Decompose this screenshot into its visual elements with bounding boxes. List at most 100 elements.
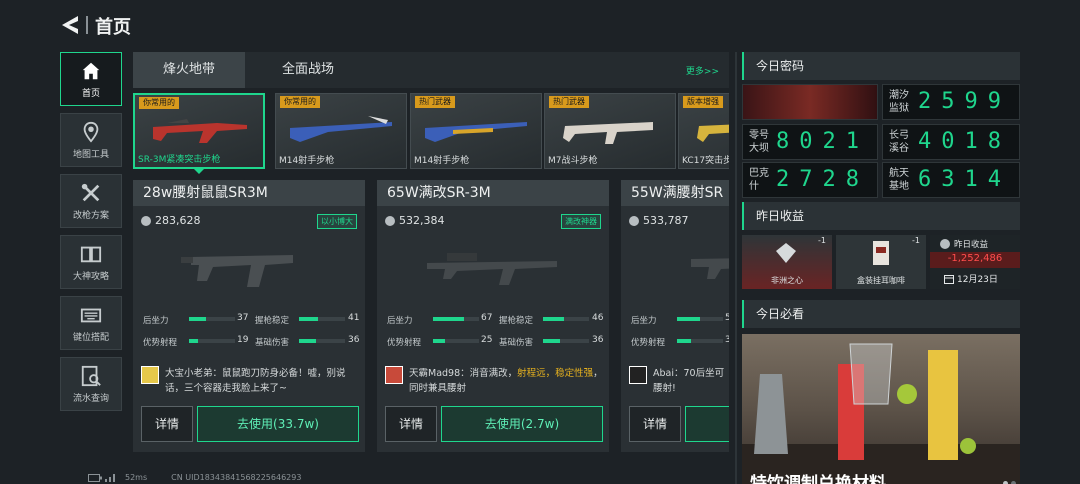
comment-text: Abai：70后坐可腰射! xyxy=(653,366,729,396)
tab-extraction[interactable]: 烽火地带 xyxy=(133,52,245,88)
avatar xyxy=(385,366,403,384)
use-button[interactable]: 去使用(2.7w) xyxy=(441,406,603,442)
map-name: 航天基地 xyxy=(889,168,909,192)
price-value: 532,384 xyxy=(399,214,445,227)
weapon-thumb[interactable]: 热门武器 M14射手步枪 xyxy=(410,93,542,169)
sidebar-item-guides[interactable]: 大神攻略 xyxy=(60,235,122,289)
password-code: 2728 xyxy=(776,167,869,192)
password-cell[interactable]: 潮汐监狱 2599 xyxy=(882,84,1020,120)
earning-item[interactable]: -1 盒装挂耳咖啡 xyxy=(836,235,926,289)
earning-name: 盒装挂耳咖啡 xyxy=(857,276,905,285)
promo-banner[interactable]: 特饮调制兑换材料 xyxy=(742,334,1020,484)
weapon-thumb[interactable]: 版本增强 KC17突击步枪 xyxy=(678,93,729,169)
weapon-image xyxy=(181,255,293,287)
thumb-name: M7战斗步枪 xyxy=(548,156,598,166)
password-code: 8021 xyxy=(776,129,869,154)
detail-button[interactable]: 详情 xyxy=(141,406,193,442)
selected-pointer xyxy=(193,168,205,174)
price: 532,384 xyxy=(385,214,445,227)
carousel-dots[interactable] xyxy=(1000,471,1016,484)
loadout-cards: 28w腰射鼠鼠SR3M 283,628 以小博大 后坐力 37 握枪稳定 41 … xyxy=(133,180,729,452)
weapon-thumb[interactable]: 你常用的 M14射手步枪 xyxy=(275,93,407,169)
price: 283,628 xyxy=(141,214,201,227)
stat-value: 67 xyxy=(481,313,493,323)
rifle-image xyxy=(563,122,653,144)
weapon-image xyxy=(691,258,729,279)
stat-value: 46 xyxy=(592,313,604,323)
earning-count: -1 xyxy=(818,236,826,245)
stat-bar xyxy=(299,317,345,321)
coin-icon xyxy=(141,215,151,226)
sidebar-item-home[interactable]: 首页 xyxy=(60,52,122,106)
earnings-row: -1 非洲之心 -1 盒装挂耳咖啡 昨日收益 -1,252,486 12月23日 xyxy=(742,235,1020,289)
sidebar-item-label: 大神攻略 xyxy=(72,271,109,282)
password-cell[interactable]: 航天基地 6314 xyxy=(882,162,1020,198)
stat-label: 后坐力 xyxy=(387,316,413,326)
stat-value: 36 xyxy=(348,335,360,345)
coin-icon xyxy=(629,215,639,226)
stat-value: 3 xyxy=(725,335,729,345)
summary-label-row: 昨日收益 xyxy=(940,238,988,250)
stat-bar xyxy=(189,317,235,321)
stat-bar xyxy=(677,339,723,343)
stat-bar xyxy=(677,317,723,321)
password-section-title: 今日密码 xyxy=(742,52,1020,80)
stat-label: 基础伤害 xyxy=(499,338,534,348)
comment-body: ：消音满改， xyxy=(460,368,518,379)
summary-label: 昨日收益 xyxy=(954,240,989,250)
comment-text: 大宝小老弟：鼠鼠跑刀防身必备！嘘，别说话，三个容器走我脸上来了~ xyxy=(165,366,359,396)
password-code: 6314 xyxy=(918,167,1011,192)
use-button[interactable]: 去使用(33.7w) xyxy=(197,406,359,442)
sidebar-item-gun-mods[interactable]: 改枪方案 xyxy=(60,174,122,228)
price: 533,787 xyxy=(629,214,689,227)
stat-bar xyxy=(543,339,589,343)
signal-icon xyxy=(105,473,115,482)
card-title: 55W满腰射SR xyxy=(621,180,729,206)
use-button[interactable]: 去 xyxy=(685,406,729,442)
earnings-section-title: 昨日收益 xyxy=(742,202,1020,230)
card-title: 28w腰射鼠鼠SR3M xyxy=(133,180,365,206)
sidebar-item-label: 改枪方案 xyxy=(72,210,109,221)
map-pin-icon xyxy=(83,121,99,143)
map-name: 长弓溪谷 xyxy=(889,130,909,154)
stat-bar xyxy=(299,339,345,343)
avatar xyxy=(629,366,647,384)
rifle-image xyxy=(290,116,392,142)
weapon-thumb[interactable]: 热门武器 M7战斗步枪 xyxy=(544,93,676,169)
uid-text: CN UID18343841568225646293 xyxy=(171,473,302,482)
weapon-thumbnails: 你常用的 SR-3M紧凑突击步枪 你常用的 M14射手步枪 热门武器 M14射手… xyxy=(133,93,729,169)
earnings-summary[interactable]: 昨日收益 -1,252,486 12月23日 xyxy=(930,235,1020,289)
tab-warfare[interactable]: 全面战场 xyxy=(245,52,371,88)
avatar xyxy=(141,366,159,384)
author-comment: 大宝小老弟：鼠鼠跑刀防身必备！嘘，别说话，三个容器走我脸上来了~ xyxy=(141,366,359,396)
tools-icon xyxy=(81,183,100,201)
more-link[interactable]: 更多>> xyxy=(686,64,719,77)
loadout-card[interactable]: 55W满腰射SR 533,787 后坐力 5 优势射程 3 Abai：70后坐可… xyxy=(621,180,729,452)
sidebar-item-map-tools[interactable]: 地图工具 xyxy=(60,113,122,167)
password-code: 2599 xyxy=(918,89,1011,114)
promo-title: 特饮调制兑换材料 xyxy=(750,474,886,484)
earning-item[interactable]: -1 非洲之心 xyxy=(742,235,832,289)
stat-label: 优势射程 xyxy=(631,338,666,348)
summary-date: 12月23日 xyxy=(957,275,998,285)
password-cell[interactable]: 长弓溪谷 4018 xyxy=(882,124,1020,160)
loadout-card[interactable]: 28w腰射鼠鼠SR3M 283,628 以小博大 后坐力 37 握枪稳定 41 … xyxy=(133,180,365,452)
password-cell[interactable]: 巴克什 2728 xyxy=(742,162,878,198)
sidebar: 首页 地图工具 改枪方案 大神攻略 键位搭配 流水查询 xyxy=(60,52,122,418)
loadout-card[interactable]: 65W满改SR-3M 532,384 满改神器 后坐力 67 握枪稳定 46 优… xyxy=(377,180,609,452)
author-comment: Abai：70后坐可腰射! xyxy=(629,366,729,396)
back-arrow-icon[interactable] xyxy=(58,14,80,36)
detail-button[interactable]: 详情 xyxy=(385,406,437,442)
sidebar-item-ledger[interactable]: 流水查询 xyxy=(60,357,122,411)
sidebar-item-keybinds[interactable]: 键位搭配 xyxy=(60,296,122,350)
sidebar-item-label: 键位搭配 xyxy=(72,332,109,343)
thumb-tag: 热门武器 xyxy=(415,96,455,108)
ledger-search-icon xyxy=(81,365,101,386)
password-cell[interactable]: 零号大坝 8021 xyxy=(742,124,878,160)
weapon-thumb[interactable]: 你常用的 SR-3M紧凑突击步枪 xyxy=(133,93,265,169)
thumb-name: M14射手步枪 xyxy=(414,156,470,166)
rifle-image xyxy=(697,124,729,142)
mode-tabs: 烽火地带 全面战场 更多>> xyxy=(133,52,729,88)
sidebar-item-label: 首页 xyxy=(81,88,100,99)
detail-button[interactable]: 详情 xyxy=(629,406,681,442)
